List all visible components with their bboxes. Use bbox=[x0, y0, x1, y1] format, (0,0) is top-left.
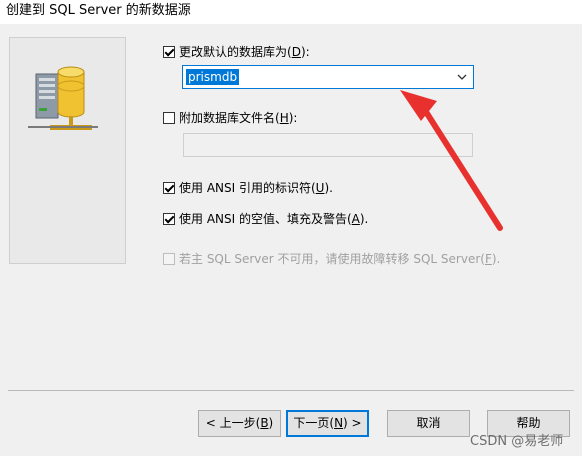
database-select[interactable]: prismdb bbox=[182, 65, 474, 89]
back-button[interactable]: < 上一步(B) bbox=[198, 410, 281, 437]
database-select-value: prismdb bbox=[186, 69, 240, 85]
checkbox-box[interactable] bbox=[163, 213, 175, 225]
attach-db-file-label: 附加数据库文件名(H): bbox=[179, 111, 298, 125]
checkbox-box bbox=[163, 253, 175, 265]
checkbox-box[interactable] bbox=[163, 182, 175, 194]
window-title: 创建到 SQL Server 的新数据源 bbox=[6, 3, 191, 18]
checkbox-box[interactable] bbox=[163, 46, 175, 58]
ansi-nulls-checkbox[interactable]: 使用 ANSI 的空值、填充及警告(A). bbox=[163, 212, 368, 226]
checkbox-box[interactable] bbox=[163, 112, 175, 124]
attach-file-input[interactable] bbox=[183, 133, 473, 157]
failover-label: 若主 SQL Server 不可用，请使用故障转移 SQL Server(F). bbox=[179, 252, 501, 266]
watermark: CSDN @易老师 bbox=[470, 434, 564, 449]
separator bbox=[8, 390, 574, 391]
side-panel bbox=[9, 37, 126, 264]
ansi-nulls-label: 使用 ANSI 的空值、填充及警告(A). bbox=[179, 212, 369, 226]
ansi-quoted-identifiers-label: 使用 ANSI 引用的标识符(U). bbox=[179, 181, 333, 195]
chevron-down-icon[interactable] bbox=[457, 73, 467, 81]
next-button[interactable]: 下一页(N) > bbox=[286, 410, 369, 437]
database-server-icon bbox=[28, 66, 98, 130]
attach-db-file-checkbox[interactable]: 附加数据库文件名(H): bbox=[163, 111, 297, 125]
ansi-quoted-identifiers-checkbox[interactable]: 使用 ANSI 引用的标识符(U). bbox=[163, 181, 333, 195]
failover-checkbox: 若主 SQL Server 不可用，请使用故障转移 SQL Server(F). bbox=[163, 252, 500, 266]
change-default-db-checkbox[interactable]: 更改默认的数据库为(D): bbox=[163, 45, 310, 59]
title-bar: 创建到 SQL Server 的新数据源 bbox=[0, 0, 582, 24]
cancel-button[interactable]: 取消 bbox=[387, 410, 470, 437]
change-default-db-label: 更改默认的数据库为(D): bbox=[179, 45, 310, 59]
